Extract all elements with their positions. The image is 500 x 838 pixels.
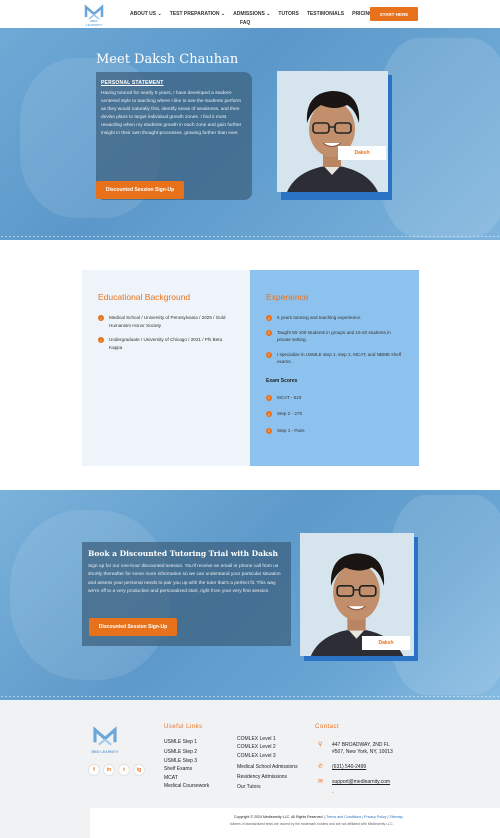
footer-link[interactable]: USMLE Step 2 xyxy=(164,747,209,757)
personal-statement-heading: PERSONAL STATEMENT xyxy=(101,80,164,86)
chevron-down-icon: ⌄ xyxy=(220,11,226,17)
footer-link[interactable]: Residency Admissions xyxy=(237,772,298,782)
list-item: ✓ Step 1 - Pass xyxy=(266,427,305,434)
main-nav: ABOUT US ⌄ TEST PREPARATION ⌄ ADMISSIONS… xyxy=(130,11,373,17)
dash-text: - xyxy=(332,790,334,796)
check-icon: ✓ xyxy=(266,329,272,336)
mail-icon: ✉ xyxy=(318,779,324,785)
links-column-2: COMLEX Level 1 COMLEX Level 2 COMLEX Lev… xyxy=(237,735,298,792)
brand-name: MED LEARNITY xyxy=(91,750,119,754)
facebook-icon[interactable]: f xyxy=(88,764,100,776)
chevron-down-icon: ⌄ xyxy=(266,11,271,17)
background-shape xyxy=(380,38,500,238)
experience-panel: Experience ✓ 5 years tutoring and teachi… xyxy=(250,270,419,466)
useful-links-title: Useful Links xyxy=(164,724,203,730)
nav-about-us[interactable]: ABOUT US ⌄ xyxy=(130,11,162,17)
check-icon: ✓ xyxy=(98,337,104,343)
logo-icon xyxy=(93,726,117,746)
check-icon: ✓ xyxy=(98,315,104,321)
list-item: ✓ 5 years tutoring and teaching experien… xyxy=(266,315,362,321)
list-item: ✓ Medical School / University of Pennsyl… xyxy=(98,315,226,328)
footer-link[interactable]: Our Tutors xyxy=(237,782,298,792)
footer-link[interactable]: COMLEX Level 3 xyxy=(237,751,298,762)
list-item: ✓ I specialize in USMLE step 1, step 2, … xyxy=(266,351,401,364)
footer-link[interactable]: COMLEX Level 2 xyxy=(237,743,298,751)
address-row: ⚲ 447 BROADWAY, 2ND FL #507, New York, N… xyxy=(318,742,393,756)
discounted-session-button[interactable]: Discounted Session Sign-Up xyxy=(96,181,184,199)
check-icon: ✓ xyxy=(266,351,272,358)
tutor-portrait xyxy=(277,71,392,200)
footer-link[interactable]: COMLEX Level 1 xyxy=(237,735,298,743)
instagram-icon[interactable]: ig xyxy=(133,764,145,776)
email-link[interactable]: support@medlearnity.com xyxy=(332,779,390,786)
experience-title: Experience xyxy=(266,292,309,302)
disclaimer-text: Names of standardized tests are owned by… xyxy=(230,822,394,826)
copyright-text: Copyright © 2024 Medlearnity LLC. All Ri… xyxy=(234,815,403,819)
footer-link[interactable]: Medical School Admissions xyxy=(237,762,298,772)
start-here-button[interactable]: START HERE xyxy=(370,7,418,21)
dotted-divider xyxy=(0,235,500,238)
site-header: MED LEARNITY ABOUT US ⌄ TEST PREPARATION… xyxy=(0,0,500,28)
education-title: Educational Background xyxy=(98,292,191,302)
education-panel: Educational Background ✓ Medical School … xyxy=(82,270,250,466)
list-item: ✓ Step 2 - 276 xyxy=(266,411,303,417)
list-item: ✓ Undergraduate / University of Chicago … xyxy=(98,337,223,350)
address-line-1: 447 BROADWAY, 2ND FL xyxy=(332,742,390,748)
contact-title: Contact xyxy=(315,724,340,730)
personal-statement-text: Having tutored for nearly 5 years, I hav… xyxy=(101,91,242,137)
phone-link[interactable]: (631) 540-2499 xyxy=(332,764,366,771)
booking-section: Book a Discounted Tutoring Trial with Da… xyxy=(0,490,500,700)
social-links: f in t ig xyxy=(88,764,145,776)
check-icon: ✓ xyxy=(266,427,272,434)
tutor-name-tag: Daksh xyxy=(338,146,386,160)
email-row: ✉ support@medlearnity.com xyxy=(318,779,390,786)
credentials-section: Educational Background ✓ Medical School … xyxy=(82,270,419,466)
footer-logo[interactable]: MED LEARNITY xyxy=(90,722,120,756)
list-item: ✓ Taught 50-100 students in groups and 1… xyxy=(266,329,391,342)
location-pin-icon: ⚲ xyxy=(318,742,323,748)
footer-link[interactable]: Shelf Exams xyxy=(164,765,209,773)
footer-link[interactable]: USMLE Step 3 xyxy=(164,758,209,765)
phone-row: ✆ (631) 540-2499 xyxy=(318,764,366,771)
list-item: ✓ MCAT - 523 xyxy=(266,394,302,401)
brand-logo[interactable]: MED LEARNITY xyxy=(82,3,106,27)
booking-text: Sign up for our one-hour discounted sess… xyxy=(88,564,281,595)
footer-link[interactable]: MCAT xyxy=(164,773,209,783)
phone-icon: ✆ xyxy=(318,764,324,770)
legal-links[interactable]: Terms and Conditions | Privacy Policy | … xyxy=(326,815,402,819)
extra-row: - xyxy=(318,790,334,797)
linkedin-icon[interactable]: in xyxy=(103,764,115,776)
footer-link[interactable]: Medical Coursework xyxy=(164,783,209,790)
tutor-photo xyxy=(277,71,388,192)
links-column-1: USMLE Step 1 USMLE Step 2 USMLE Step 3 S… xyxy=(164,737,209,790)
hero-section: Meet Daksh Chauhan PERSONAL STATEMENT Ha… xyxy=(0,28,500,240)
twitter-icon[interactable]: t xyxy=(118,764,130,776)
tutor-name-tag: Daksh xyxy=(362,636,410,650)
address-line-2: #507, New York, NY, 10013 xyxy=(332,749,393,755)
dotted-divider xyxy=(0,695,500,698)
exam-scores-title: Exam Scores xyxy=(266,377,298,384)
page-title: Meet Daksh Chauhan xyxy=(96,52,239,67)
check-icon: ✓ xyxy=(266,411,272,417)
chevron-down-icon: ⌄ xyxy=(157,11,162,17)
person-icon xyxy=(277,71,388,192)
nav-testimonials[interactable]: TESTIMONIALS xyxy=(307,11,344,17)
discounted-session-button[interactable]: Discounted Session Sign-Up xyxy=(89,618,177,636)
brand-name: MED LEARNITY xyxy=(85,19,103,27)
nav-faq[interactable]: FAQ xyxy=(240,20,250,26)
check-icon: ✓ xyxy=(266,315,272,321)
nav-tutors[interactable]: TUTORS xyxy=(278,11,298,17)
footer-link[interactable]: USMLE Step 1 xyxy=(164,737,209,747)
check-icon: ✓ xyxy=(266,394,272,401)
nav-test-preparation[interactable]: TEST PREPARATION ⌄ xyxy=(170,11,225,17)
nav-admissions[interactable]: ADMISSIONS ⌄ xyxy=(233,11,270,17)
booking-title: Book a Discounted Tutoring Trial with Da… xyxy=(88,549,278,558)
